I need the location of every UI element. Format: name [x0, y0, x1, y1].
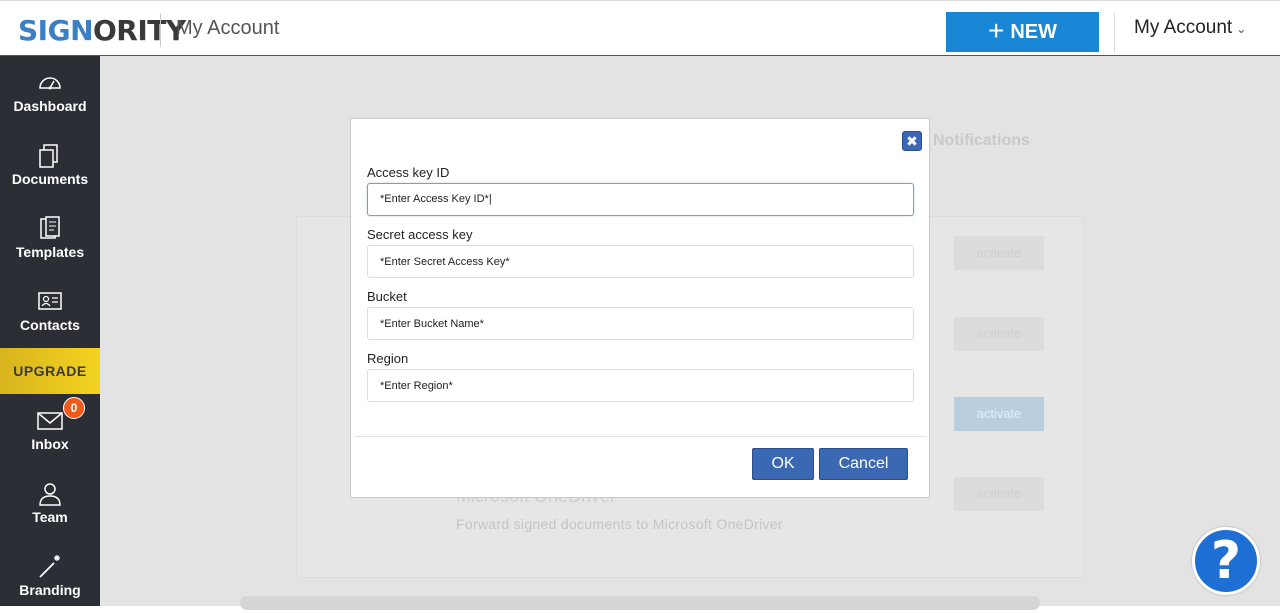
tab-notifications[interactable]: Notifications [933, 132, 1030, 150]
contacts-card-icon [38, 292, 62, 310]
team-user-icon [39, 483, 61, 506]
account-menu[interactable]: My Account ⌄ [1134, 17, 1246, 39]
plus-icon: + [987, 14, 1005, 46]
top-header: SIGNORITY My Account + NEW My Account ⌄ [0, 0, 1280, 56]
access-key-id-label: Access key ID [367, 165, 450, 180]
bucket-label: Bucket [367, 289, 407, 304]
region-input[interactable] [367, 369, 914, 402]
header-divider [160, 13, 161, 47]
chevron-down-icon: ⌄ [1236, 22, 1247, 36]
region-label: Region [367, 351, 409, 366]
sidebar: Dashboard Documents Templates Contacts U… [0, 56, 100, 606]
inbox-count-badge: 0 [63, 397, 85, 419]
dashboard-gauge-icon [39, 77, 61, 90]
activate-button[interactable]: activate [954, 397, 1044, 431]
sidebar-item-dashboard[interactable]: Dashboard [0, 56, 100, 129]
documents-icon [39, 144, 58, 168]
sidebar-item-templates[interactable]: Templates [0, 202, 100, 275]
sidebar-item-team[interactable]: Team [0, 467, 100, 540]
header-divider [1114, 13, 1115, 53]
new-button[interactable]: + NEW [946, 12, 1099, 52]
content-shadow [240, 596, 1040, 610]
cancel-button[interactable]: Cancel [819, 448, 908, 480]
close-icon[interactable]: ✖ [902, 131, 922, 151]
modal-divider [355, 436, 927, 437]
sidebar-item-branding[interactable]: Branding [0, 540, 100, 613]
s3-credentials-dialog: ✖ Access key ID *Enter Access Key ID*| S… [350, 118, 930, 498]
bucket-input[interactable] [367, 307, 914, 340]
access-key-id-input[interactable]: *Enter Access Key ID*| [367, 183, 914, 216]
sidebar-item-contacts[interactable]: Contacts [0, 275, 100, 348]
sidebar-item-documents[interactable]: Documents [0, 129, 100, 202]
secret-access-key-label: Secret access key [367, 227, 473, 242]
page-title: My Account [176, 17, 280, 39]
activate-button[interactable]: activate [954, 236, 1044, 270]
activate-button[interactable]: activate [954, 317, 1044, 351]
inbox-envelope-icon [37, 412, 63, 430]
help-question-icon[interactable]: ? [1192, 527, 1260, 595]
activate-button[interactable]: activate [954, 477, 1044, 511]
branding-wand-icon [39, 555, 60, 578]
integration-description: Forward signed documents to Microsoft On… [456, 516, 783, 532]
templates-icon [40, 216, 60, 239]
secret-access-key-input[interactable] [367, 245, 914, 278]
upgrade-button[interactable]: UPGRADE [0, 348, 100, 394]
sidebar-item-inbox[interactable]: Inbox [0, 394, 100, 467]
ok-button[interactable]: OK [752, 448, 814, 480]
